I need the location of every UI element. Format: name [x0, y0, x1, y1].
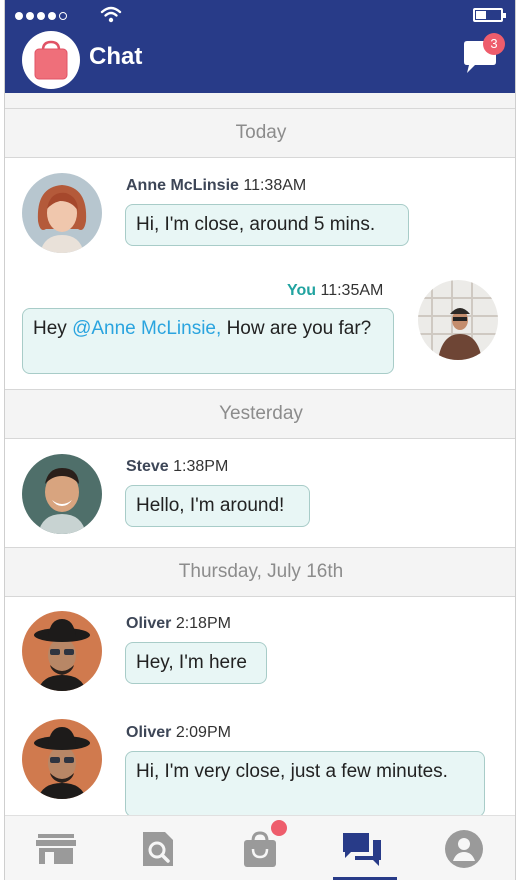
nav-cart[interactable]	[209, 816, 311, 880]
avatar-oliver[interactable]	[22, 611, 102, 691]
message-meta-own: You 11:35AM	[287, 282, 384, 299]
store-icon	[36, 833, 76, 864]
cart-badge	[271, 820, 287, 836]
message-count-badge: 3	[483, 33, 505, 55]
message-meta: Oliver 2:18PM	[126, 615, 231, 632]
nav-chat[interactable]	[311, 816, 413, 880]
status-bar	[5, 0, 515, 30]
phone-screen: Chat 3 Today Anne McLinsie 11:38AM Hi, I…	[4, 0, 516, 880]
nav-store[interactable]	[5, 816, 107, 880]
message-bubble[interactable]: Hey, I'm here	[125, 642, 267, 684]
date-separator-yesterday: Yesterday	[5, 389, 515, 439]
search-icon	[143, 831, 173, 866]
date-separator-thursday: Thursday, July 16th	[5, 547, 515, 597]
message-bubble[interactable]: Hello, I'm around!	[125, 485, 310, 527]
message-bubble-own[interactable]: Hey @Anne McLinsie, How are you far?	[22, 308, 394, 374]
message-bubble[interactable]: Hi, I'm close, around 5 mins.	[125, 204, 409, 246]
message-meta: Anne McLinsie 11:38AM	[126, 177, 307, 194]
app-logo	[22, 31, 80, 89]
shopping-bag-icon	[34, 40, 68, 80]
profile-icon	[445, 829, 483, 868]
nav-search[interactable]	[107, 816, 209, 880]
bottom-nav	[5, 815, 515, 880]
battery-icon	[473, 8, 506, 22]
nav-profile[interactable]	[413, 816, 515, 880]
date-separator-today: Today	[5, 108, 515, 158]
shopping-bag-icon	[244, 830, 276, 867]
app-header: Chat 3	[5, 0, 515, 93]
user-mention[interactable]: @Anne McLinsie,	[72, 318, 221, 339]
avatar-oliver[interactable]	[22, 719, 102, 799]
avatar-steve[interactable]	[22, 454, 102, 534]
message-bubble[interactable]: Hi, I'm very close, just a few minutes.	[125, 751, 485, 815]
chat-list[interactable]: Today Anne McLinsie 11:38AM Hi, I'm clos…	[5, 93, 515, 815]
wifi-icon	[100, 6, 122, 23]
signal-icon	[15, 12, 67, 20]
chat-icon	[343, 832, 381, 866]
page-title: Chat	[89, 43, 143, 70]
message-meta: Oliver 2:09PM	[126, 724, 231, 741]
avatar-you[interactable]	[418, 280, 498, 360]
message-meta: Steve 1:38PM	[126, 458, 229, 475]
avatar-anne[interactable]	[22, 173, 102, 253]
